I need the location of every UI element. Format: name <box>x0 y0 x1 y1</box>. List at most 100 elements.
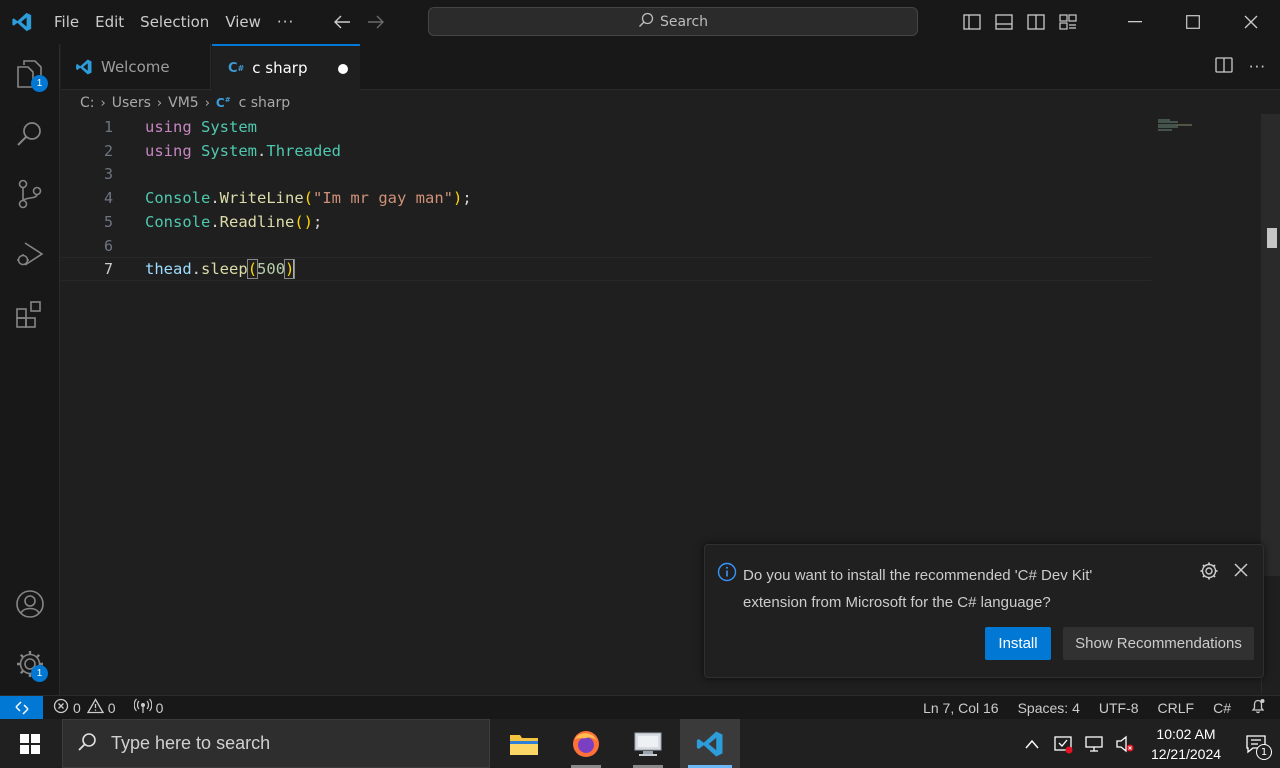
error-count[interactable]: 0 <box>73 700 81 716</box>
code-text[interactable]: thead.sleep(500) <box>145 258 296 279</box>
code-token: using <box>145 141 192 160</box>
language-mode[interactable]: C# <box>1213 700 1231 716</box>
back-arrow-icon[interactable] <box>332 12 352 32</box>
file-explorer-app-icon[interactable] <box>494 719 554 768</box>
warnings-icon[interactable] <box>86 698 104 717</box>
minimap[interactable] <box>1156 116 1196 131</box>
maximize-icon[interactable] <box>1164 0 1222 44</box>
code-text[interactable]: using System <box>145 118 257 136</box>
code-line[interactable]: 3 <box>61 162 1151 186</box>
code-token: "Im mr gay man" <box>313 189 453 208</box>
split-editor-icon[interactable] <box>1215 57 1233 77</box>
breadcrumb-file[interactable]: c sharp <box>239 95 291 111</box>
code-token: . <box>210 212 220 231</box>
chevron-right-icon: › <box>100 95 106 111</box>
menu-edit[interactable]: Edit <box>87 0 132 44</box>
chevron-right-icon: › <box>156 95 163 111</box>
code-token: thead <box>145 259 192 278</box>
info-icon <box>717 562 737 586</box>
accounts-icon[interactable] <box>0 574 60 634</box>
menu-more[interactable]: ··· <box>269 0 302 44</box>
file-encoding[interactable]: UTF-8 <box>1099 700 1139 716</box>
remote-desktop-app-icon[interactable] <box>618 719 678 768</box>
action-center-icon[interactable]: 1 <box>1232 719 1280 768</box>
command-center-search[interactable]: Search <box>428 7 918 36</box>
breadcrumb-drive[interactable]: C: <box>80 95 95 111</box>
unsaved-dot-icon[interactable] <box>338 64 348 74</box>
windows-start-icon[interactable] <box>0 719 60 768</box>
system-clock[interactable]: 10:02 AM 12/21/2024 <box>1140 724 1232 764</box>
code-token: ; <box>462 189 472 208</box>
source-control-icon[interactable] <box>0 164 60 224</box>
search-view-icon[interactable] <box>0 104 60 164</box>
code-line[interactable]: 2 using System.Threaded <box>61 139 1151 163</box>
show-hidden-icons-chevron-icon[interactable] <box>1016 719 1047 768</box>
minimize-icon[interactable] <box>1106 0 1164 44</box>
notifications-bell-icon[interactable] <box>1250 698 1266 717</box>
volume-muted-icon[interactable] <box>1109 719 1140 768</box>
chevron-right-icon: › <box>204 95 210 111</box>
notification-settings-gear-icon[interactable] <box>1199 561 1219 585</box>
end-of-line[interactable]: CRLF <box>1158 700 1195 716</box>
install-button[interactable]: Install <box>985 627 1051 660</box>
menu-file[interactable]: File <box>46 0 87 44</box>
status-bar: 0 0 0 Ln 7, Col 16 Spaces: 4 UTF-8 CRLF … <box>0 695 1280 719</box>
code-token: System <box>201 118 258 136</box>
extensions-icon[interactable] <box>0 284 60 344</box>
close-notification-icon[interactable] <box>1233 562 1249 582</box>
code-token: Threaded <box>266 141 342 160</box>
code-text[interactable]: Console.WriteLine("Im mr gay man"); <box>145 189 472 207</box>
code-line[interactable]: 6 <box>61 234 1151 258</box>
line-number: 1 <box>103 118 113 136</box>
run-debug-icon[interactable] <box>0 224 60 284</box>
scrollbar-cursor-marker <box>1267 228 1277 248</box>
more-actions-icon[interactable]: ··· <box>1249 58 1266 76</box>
search-label: Search <box>659 13 709 30</box>
code-text[interactable]: Console.Readline(); <box>145 213 322 231</box>
firefox-app-icon[interactable] <box>556 719 616 768</box>
cursor-position[interactable]: Ln 7, Col 16 <box>923 700 999 716</box>
toggle-primary-sidebar-icon[interactable] <box>962 12 982 32</box>
manage-gear-icon[interactable]: 1 <box>0 634 60 694</box>
warning-count[interactable]: 0 <box>108 700 116 716</box>
forward-arrow-icon[interactable] <box>366 12 386 32</box>
tab-c-sharp-label: c sharp <box>252 59 308 77</box>
toggle-secondary-sidebar-icon[interactable] <box>1026 12 1046 32</box>
tab-welcome[interactable]: Welcome <box>61 44 211 90</box>
vscode-app-icon[interactable] <box>680 719 740 768</box>
ports-broadcast-icon[interactable] <box>133 698 152 717</box>
breadcrumb-vm5[interactable]: VM5 <box>168 95 199 111</box>
clock-time: 10:02 AM <box>1156 725 1216 742</box>
vertical-scrollbar[interactable] <box>1262 114 1280 576</box>
network-icon[interactable] <box>1078 719 1109 768</box>
code-line[interactable]: 1 using System <box>61 115 1151 139</box>
security-tray-icon[interactable] <box>1047 719 1078 768</box>
line-number: 5 <box>103 212 113 231</box>
tab-c-sharp[interactable]: C # c sharp <box>212 44 360 90</box>
indentation[interactable]: Spaces: 4 <box>1018 700 1080 716</box>
code-line[interactable]: 5 Console.Readline(); <box>61 210 1151 234</box>
extension-recommendation-notification: Do you want to install the recommended '… <box>704 544 1264 678</box>
errors-icon[interactable] <box>53 698 69 717</box>
menu-selection[interactable]: Selection <box>132 0 217 44</box>
toggle-panel-icon[interactable] <box>994 12 1014 32</box>
line-number: 7 <box>103 260 113 279</box>
ports-count[interactable]: 0 <box>156 700 164 716</box>
code-line[interactable]: 7 thead.sleep(500) <box>61 257 1151 282</box>
close-window-icon[interactable] <box>1222 0 1280 44</box>
breadcrumb-users[interactable]: Users <box>112 95 151 111</box>
code-token: ( <box>246 258 259 279</box>
explorer-badge: 1 <box>31 75 48 92</box>
clock-date: 12/21/2024 <box>1150 745 1222 762</box>
remote-indicator-icon[interactable] <box>0 696 43 719</box>
show-recommendations-button[interactable]: Show Recommendations <box>1063 627 1254 660</box>
explorer-icon[interactable]: 1 <box>0 44 60 104</box>
line-number: 3 <box>103 165 113 184</box>
taskbar-search-box[interactable]: Type here to search <box>62 719 490 768</box>
menu-view[interactable]: View <box>217 0 269 44</box>
customize-layout-icon[interactable] <box>1058 12 1078 32</box>
taskbar-search-icon <box>77 732 97 756</box>
code-line[interactable]: 4 Console.WriteLine("Im mr gay man"); <box>61 186 1151 210</box>
code-text[interactable]: using System.Threaded <box>145 142 341 160</box>
